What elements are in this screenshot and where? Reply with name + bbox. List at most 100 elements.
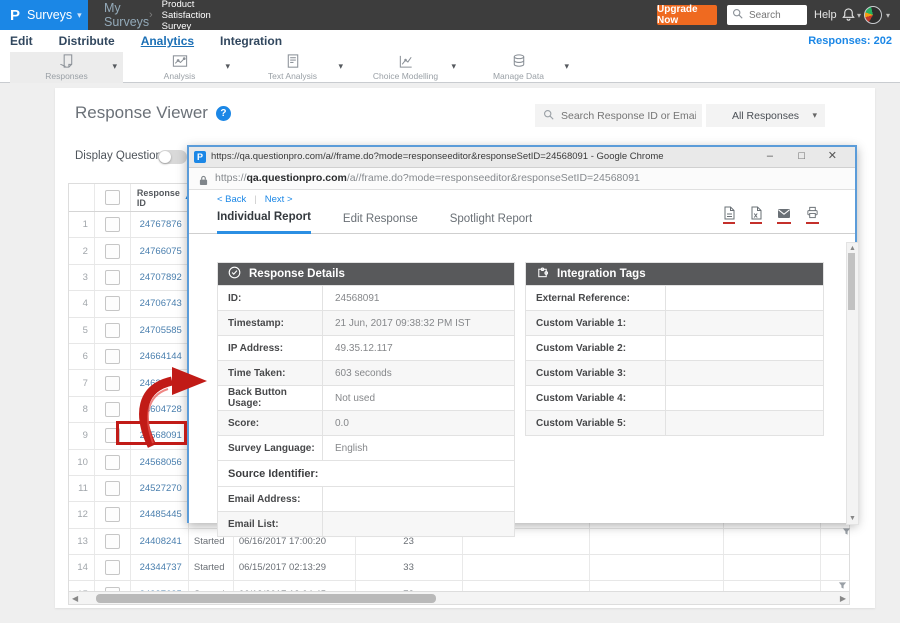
subnav-item-integration[interactable]: Integration [220,34,282,48]
row-checkbox[interactable] [105,507,120,522]
horizontal-scrollbar[interactable]: ◀ ▶ [68,592,850,605]
help-link[interactable]: Help [814,0,837,30]
chevron-down-icon[interactable]: ▾ [451,61,456,72]
response-id-link[interactable]: 24485445 [131,502,189,527]
product-switcher[interactable]: P Surveys ▾ [0,0,88,30]
row-checkbox[interactable] [105,402,120,417]
row-checkbox[interactable] [105,349,120,364]
response-id-link[interactable]: 24767876 [131,212,189,237]
next-link[interactable]: Next > [265,194,293,205]
response-time-taken: 73 [356,581,463,592]
response-id-link[interactable]: 24408241 [131,529,189,554]
response-search-input[interactable] [559,109,698,123]
close-button[interactable]: ✕ [828,147,837,166]
back-link[interactable]: < Back [217,194,246,205]
upgrade-now-button[interactable]: Upgrade Now [657,5,717,25]
toolbar-item-manage-data[interactable]: Manage Data▾ [462,52,575,83]
response-id-link[interactable]: 24707892 [131,265,189,290]
puzzle-icon [536,266,549,282]
print-icon[interactable] [806,206,819,224]
row-checkbox[interactable] [105,481,120,496]
row-number: 3 [69,265,95,290]
popup-title-bar[interactable]: P https://qa.questionpro.com/a//frame.do… [189,147,855,168]
top-navbar: P Surveys ▾ My Surveys › Product Satisfa… [0,0,900,30]
check-circle-icon [228,266,241,282]
row-checkbox[interactable] [105,376,120,391]
breadcrumb-my-surveys[interactable]: My Surveys [104,1,140,29]
global-search-input[interactable] [747,9,811,22]
subnav-item-analytics[interactable]: Analytics [141,34,194,48]
subnav-item-distribute[interactable]: Distribute [59,34,115,48]
help-question-icon[interactable]: ? [216,106,231,121]
checkbox-cell [95,502,131,527]
toolbar-item-responses[interactable]: Responses▾ [10,52,123,83]
tab-individual-report[interactable]: Individual Report [217,211,311,234]
response-id-link[interactable]: 24706743 [131,291,189,316]
response-filter-dropdown[interactable]: All Responses ▾ [706,104,825,127]
scrollbar-thumb[interactable] [96,594,436,603]
filter-icon[interactable] [838,577,847,595]
chevron-down-icon[interactable]: ▾ [857,11,861,20]
response-id-link[interactable]: 24568056 [131,450,189,475]
scroll-up-icon[interactable]: ▲ [847,245,858,252]
detail-label: Email Address: [218,487,323,511]
detail-label: Time Taken: [218,361,323,385]
row-number: 12 [69,502,95,527]
chevron-down-icon[interactable]: ▾ [225,61,230,72]
row-number: 4 [69,291,95,316]
response-id-link[interactable]: 24337625 [131,581,189,592]
response-id-header[interactable]: Response ID ▲ [131,184,189,211]
display-questions-toggle[interactable] [158,150,187,164]
excel-icon[interactable] [750,206,762,224]
popup-url[interactable]: https://qa.questionpro.com/a//frame.do?m… [215,168,640,189]
row-checkbox[interactable] [105,244,120,259]
notifications-bell-icon[interactable] [841,7,856,27]
user-avatar[interactable] [864,6,882,24]
toolbar-item-label: Responses [10,71,123,81]
popup-address-bar[interactable]: https://qa.questionpro.com/a//frame.do?m… [189,168,855,190]
detail-row: IP Address:49.35.12.117 [218,335,514,360]
response-search-box[interactable] [535,104,702,127]
row-checkbox[interactable] [105,217,120,232]
checkbox-cell [95,318,131,343]
response-id-link[interactable]: 24344737 [131,555,189,580]
responses-count[interactable]: Responses: 202 [808,30,892,52]
subnav-item-edit[interactable]: Edit [10,34,33,48]
scroll-left-icon[interactable]: ◀ [72,593,78,604]
maximize-button[interactable]: □ [798,147,805,166]
select-all-checkbox[interactable] [105,190,120,205]
detail-row: Custom Variable 3: [526,360,823,385]
page-title-row: Response Viewer ? [75,103,231,123]
response-id-link[interactable]: 24527270 [131,476,189,501]
chevron-down-icon[interactable]: ▾ [886,11,890,20]
response-id-link[interactable]: 24766075 [131,238,189,263]
toolbar-item-analysis[interactable]: Analysis▾ [123,52,236,83]
email-icon[interactable] [777,206,791,224]
row-number: 5 [69,318,95,343]
filter-icon[interactable] [842,523,851,541]
chevron-down-icon[interactable]: ▾ [338,61,343,72]
scrollbar-thumb[interactable] [848,253,855,310]
detail-row: Timestamp:21 Jun, 2017 09:38:32 PM IST [218,310,514,335]
row-checkbox[interactable] [105,323,120,338]
toolbar-item-text-analysis[interactable]: Text Analysis▾ [236,52,349,83]
response-id-link[interactable]: 24705585 [131,318,189,343]
tab-spotlight-report[interactable]: Spotlight Report [450,213,532,233]
global-search-box[interactable] [727,5,807,25]
popup-vertical-scrollbar[interactable]: ▲ ▼ [846,242,859,525]
tab-edit-response[interactable]: Edit Response [343,213,418,233]
chevron-down-icon[interactable]: ▾ [112,61,117,72]
chevron-down-icon[interactable]: ▾ [564,61,569,72]
survey-section-nav: Edit Distribute Analytics Integration Respo… [0,30,900,52]
pdf-icon[interactable] [723,206,735,224]
row-checkbox[interactable] [105,534,120,549]
row-checkbox[interactable] [105,270,120,285]
row-checkbox[interactable] [105,560,120,575]
detail-row: External Reference: [526,285,823,310]
scroll-down-icon[interactable]: ▼ [847,515,858,522]
row-checkbox[interactable] [105,296,120,311]
toolbar-item-choice-modelling[interactable]: Choice Modelling▾ [349,52,462,83]
row-number: 14 [69,555,95,580]
minimize-button[interactable]: – [767,147,773,166]
row-checkbox[interactable] [105,455,120,470]
